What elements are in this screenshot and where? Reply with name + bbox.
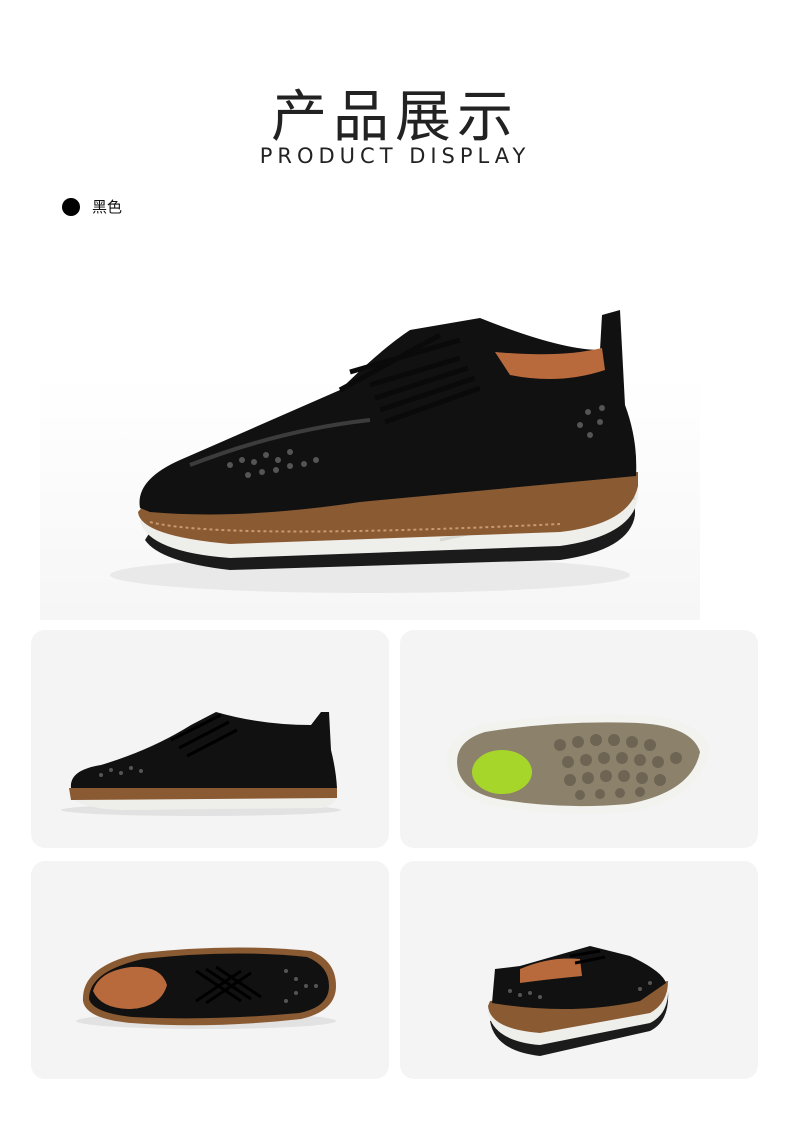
shoe-side-icon: [61, 712, 341, 816]
shoe-sole-icon: [446, 714, 710, 814]
hero-product-image: [40, 240, 700, 620]
shoe-top-icon: [76, 947, 336, 1029]
page-subtitle: PRODUCT DISPLAY: [259, 144, 531, 168]
shoe-rear-icon: [488, 946, 669, 1056]
black-color-dot-icon: [62, 197, 80, 216]
color-label: 黑色: [92, 198, 123, 216]
gallery-image-top[interactable]: [31, 861, 389, 1079]
gallery-image-side[interactable]: [31, 630, 389, 848]
page-title: 产品展示: [271, 85, 519, 150]
gallery-image-rear[interactable]: [400, 861, 758, 1079]
gallery-image-sole[interactable]: [400, 630, 758, 848]
shoe-hero-icon: [110, 310, 638, 593]
color-swatch[interactable]: 黑色: [62, 196, 122, 217]
